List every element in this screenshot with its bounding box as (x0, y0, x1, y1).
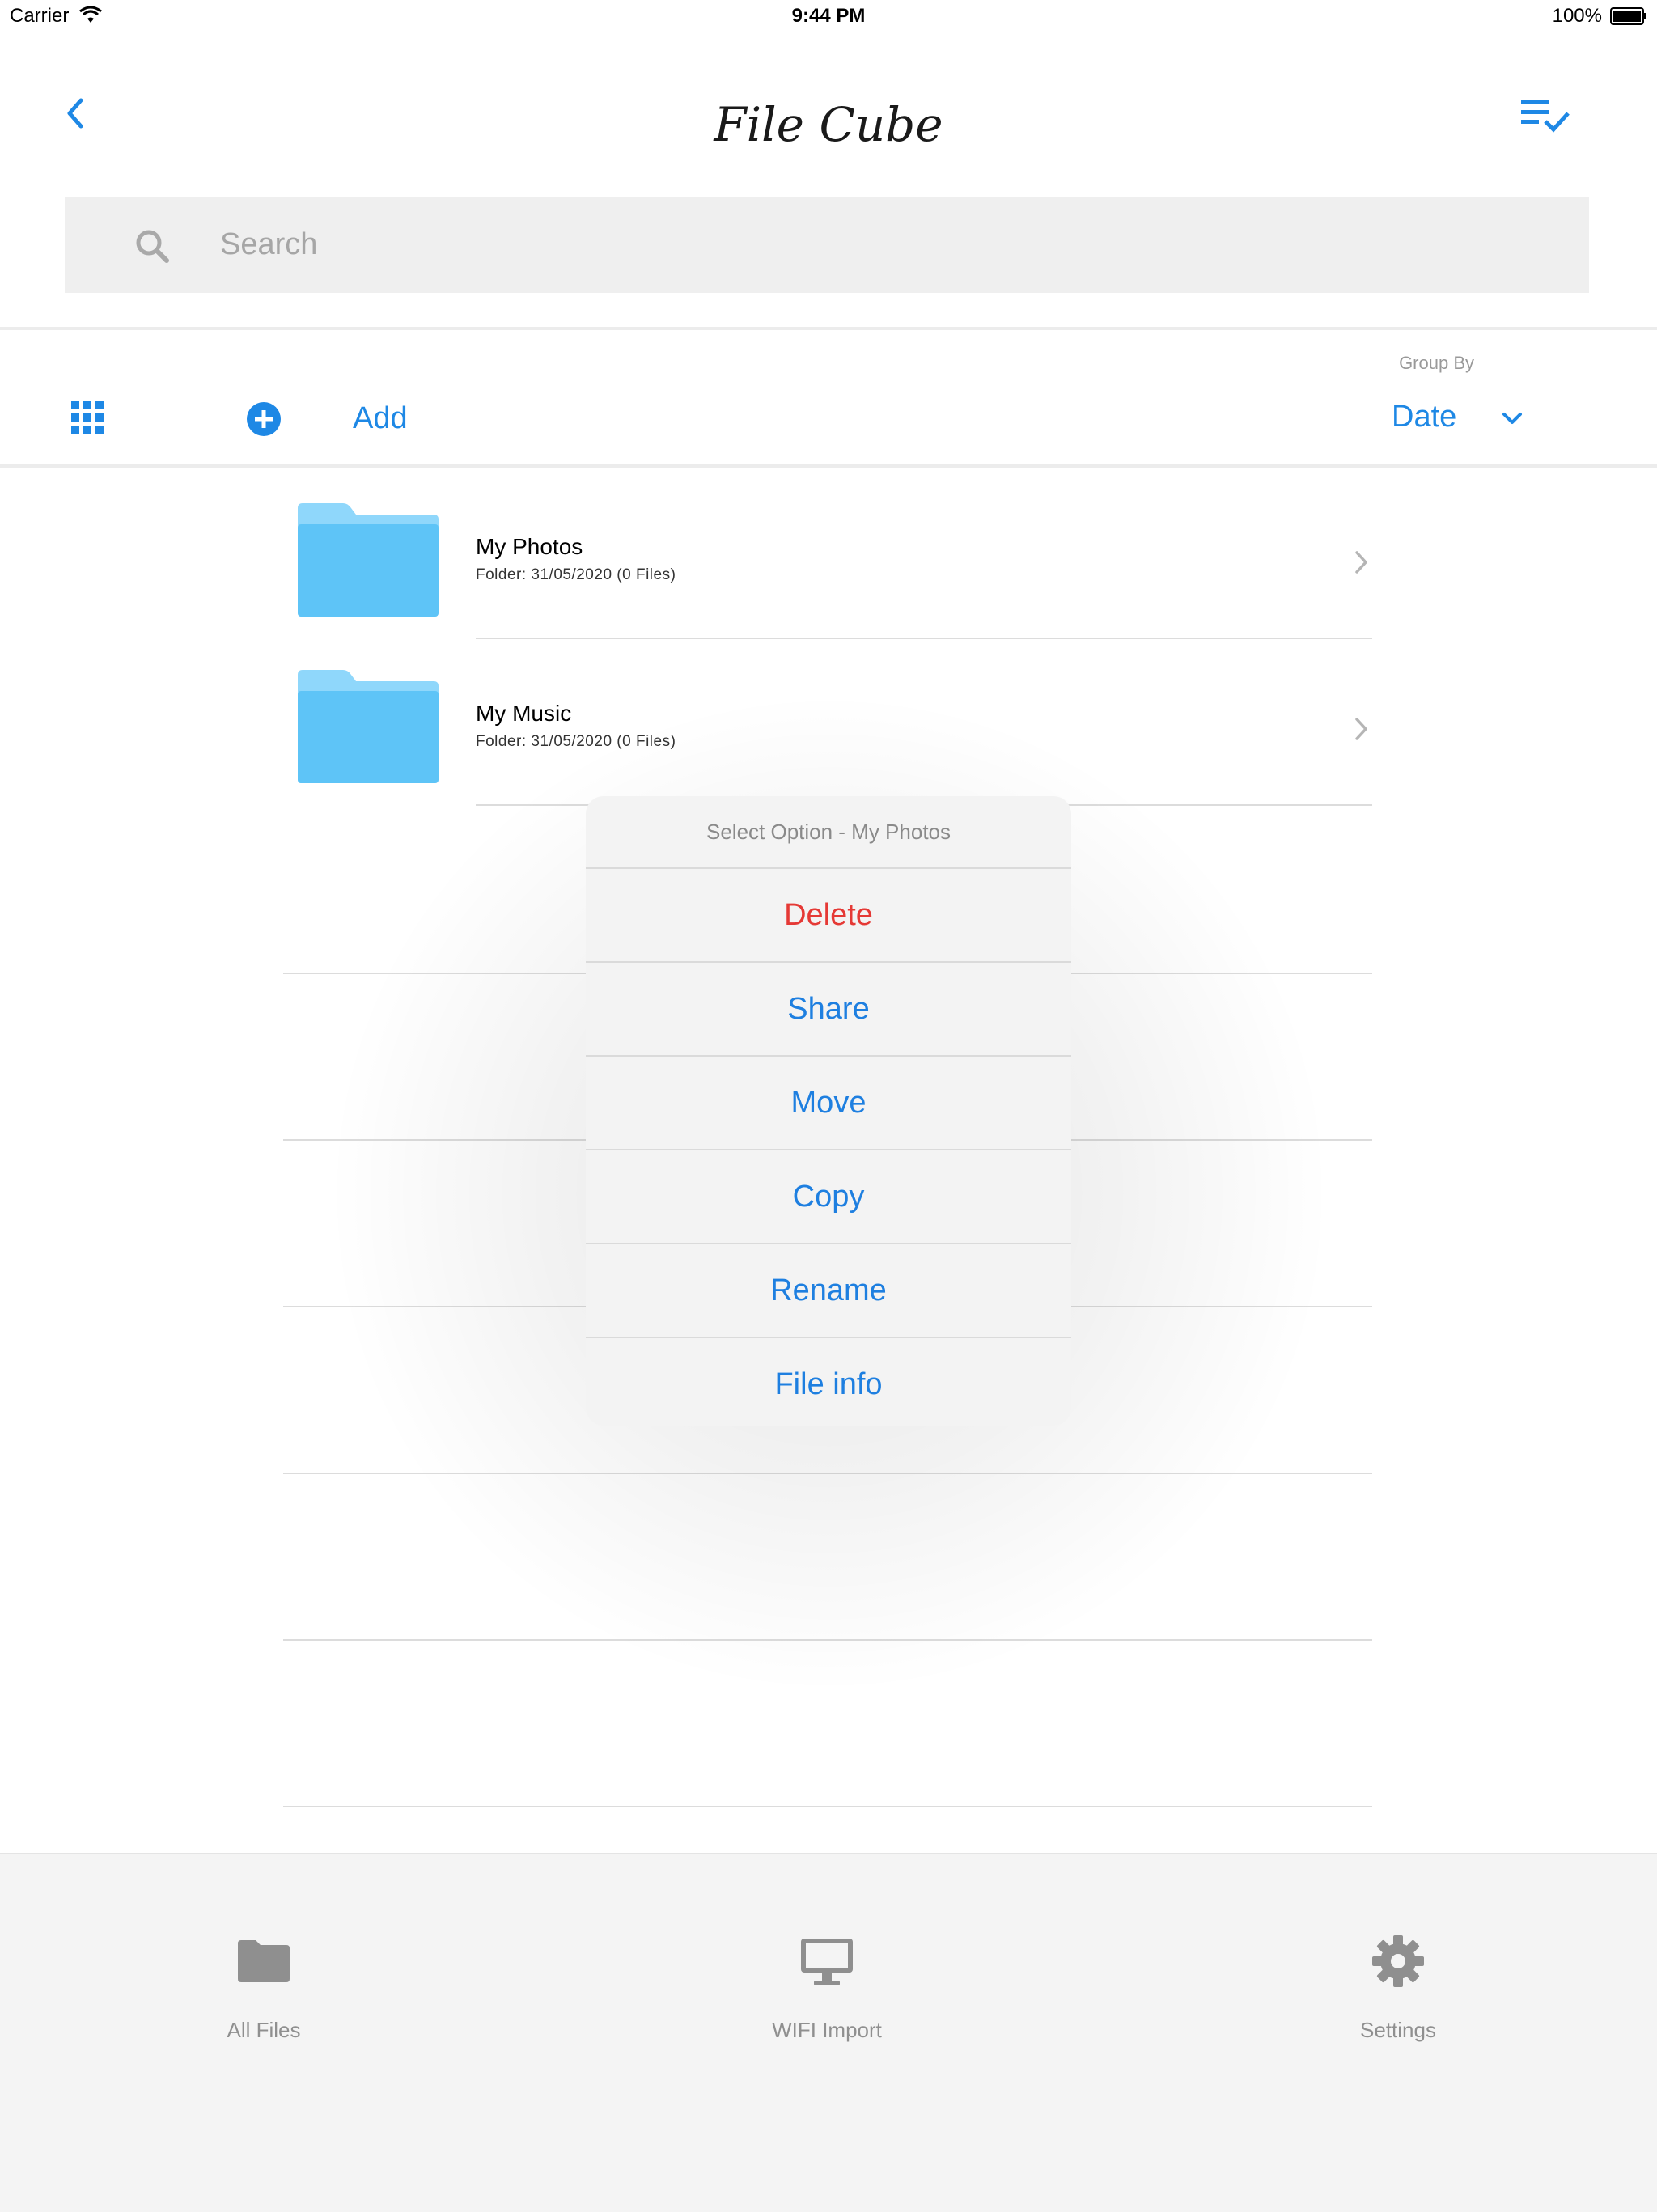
search-icon (136, 230, 169, 263)
status-time: 9:44 PM (791, 5, 866, 27)
add-circle-icon[interactable] (246, 401, 282, 437)
share-option[interactable]: Share (586, 963, 1071, 1057)
list-item[interactable]: My Photos Folder: 31/05/2020 (0 Files) (283, 471, 1372, 638)
desktop-monitor-icon (801, 1939, 853, 1985)
tab-all-files[interactable]: All Files (142, 1854, 385, 2065)
file-info-option[interactable]: File info (586, 1338, 1071, 1426)
chevron-down-icon[interactable] (1498, 405, 1526, 432)
divider (0, 327, 1657, 330)
action-sheet-title: Select Option - My Photos (586, 796, 1071, 869)
grid-view-icon[interactable] (71, 401, 104, 434)
row-divider (283, 1806, 1372, 1807)
folder-icon (238, 1940, 290, 1982)
tab-bar: All Files WIFI Import Settings (0, 1853, 1657, 2212)
tab-label: WIFI Import (772, 2018, 882, 2042)
folder-icon (298, 670, 439, 783)
add-button[interactable]: Add (353, 401, 408, 436)
status-bar: Carrier 9:44 PM 100% (0, 0, 1657, 32)
copy-option[interactable]: Copy (586, 1150, 1071, 1244)
tab-label: Settings (1360, 2018, 1436, 2042)
delete-option[interactable]: Delete (586, 869, 1071, 963)
search-input[interactable] (220, 218, 1515, 270)
tab-label: All Files (227, 2018, 301, 2042)
action-sheet: Select Option - My Photos Delete Share M… (586, 796, 1071, 1426)
chevron-right-icon[interactable] (1353, 715, 1371, 743)
gear-icon (1372, 1935, 1424, 1987)
battery-icon (1610, 7, 1646, 25)
file-name: My Music (476, 701, 572, 726)
file-subtitle: Folder: 31/05/2020 (0 Files) (476, 566, 676, 583)
rename-option[interactable]: Rename (586, 1244, 1071, 1338)
select-list-check-icon[interactable] (1519, 95, 1571, 138)
file-name: My Photos (476, 534, 583, 559)
divider (0, 464, 1657, 468)
chevron-right-icon[interactable] (1353, 549, 1371, 576)
tab-wifi-import[interactable]: WIFI Import (706, 1854, 948, 2065)
page-title: File Cube (714, 97, 943, 152)
group-by-dropdown[interactable]: Date (1392, 400, 1456, 434)
battery-percentage: 100% (1552, 5, 1602, 27)
move-option[interactable]: Move (586, 1057, 1071, 1150)
folder-icon (298, 503, 439, 617)
group-by-label: Group By (1399, 353, 1474, 373)
tab-settings[interactable]: Settings (1277, 1854, 1519, 2065)
